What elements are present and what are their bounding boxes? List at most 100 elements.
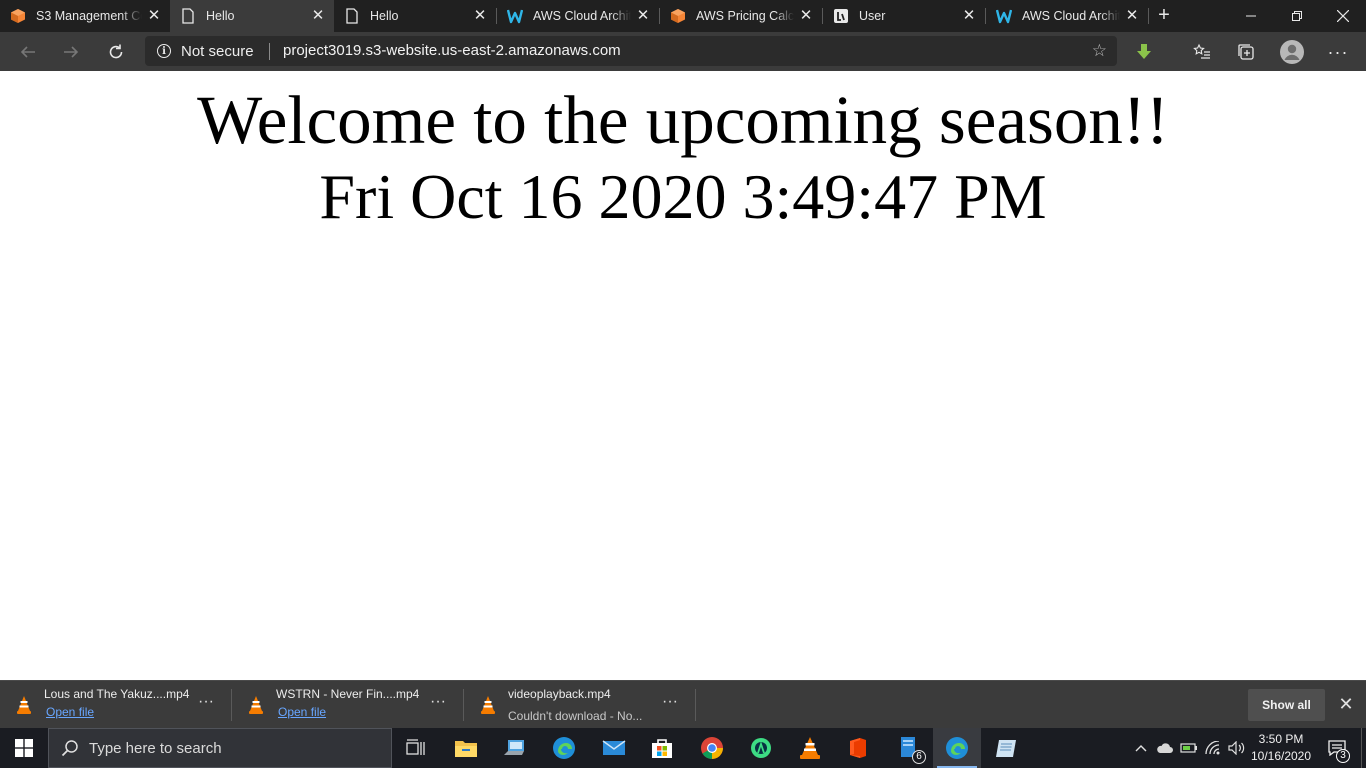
download-item-failed[interactable]: videoplayback.mp4 Couldn't download - No… bbox=[464, 681, 696, 729]
clock-time: 3:50 PM bbox=[1258, 732, 1304, 746]
search-icon bbox=[61, 739, 79, 762]
desktop-pc-icon[interactable] bbox=[490, 728, 538, 768]
tab-title: AWS Cloud Architect bbox=[1022, 9, 1120, 23]
tab-title: Hello bbox=[206, 9, 235, 23]
edge-browser-active-icon[interactable] bbox=[933, 728, 981, 768]
address-divider bbox=[269, 43, 270, 60]
close-icon[interactable]: ✕ bbox=[961, 8, 977, 24]
edge-browser-icon[interactable] bbox=[540, 728, 588, 768]
notification-count-badge: 3 bbox=[1336, 749, 1350, 763]
tab-hello-active[interactable]: Hello ✕ bbox=[170, 0, 334, 32]
download-shelf: Lous and The Yakuz....mp4 Open file ··· … bbox=[0, 680, 1366, 728]
more-options-icon[interactable]: ··· bbox=[198, 693, 214, 711]
restore-icon[interactable] bbox=[1274, 0, 1320, 32]
close-icon[interactable]: ✕ bbox=[146, 8, 162, 24]
show-desktop-button[interactable] bbox=[1361, 728, 1366, 768]
download-filename: WSTRN - Never Fin....mp4 bbox=[276, 687, 420, 701]
refresh-icon[interactable] bbox=[100, 36, 132, 68]
new-tab-plus-icon[interactable]: + bbox=[1152, 4, 1176, 28]
onedrive-cloud-icon[interactable] bbox=[1154, 728, 1176, 768]
android-studio-icon[interactable] bbox=[737, 728, 785, 768]
vlc-file-icon bbox=[480, 695, 496, 715]
close-icon[interactable]: ✕ bbox=[472, 8, 488, 24]
tab-aws-cloud-architect-2[interactable]: AWS Cloud Architect ✕ bbox=[986, 0, 1148, 32]
page-icon bbox=[180, 8, 196, 24]
close-icon[interactable]: ✕ bbox=[1336, 694, 1356, 714]
collections-icon[interactable] bbox=[1230, 36, 1262, 68]
system-clock[interactable]: 3:50 PM 10/16/2020 bbox=[1248, 731, 1314, 765]
cloud-architect-icon bbox=[996, 8, 1012, 24]
file-explorer-icon[interactable] bbox=[442, 728, 490, 768]
download-item[interactable]: WSTRN - Never Fin....mp4 Open file ··· bbox=[232, 681, 464, 729]
close-icon[interactable]: ✕ bbox=[310, 8, 326, 24]
open-file-link[interactable]: Open file bbox=[46, 705, 94, 719]
back-arrow-icon[interactable] bbox=[12, 36, 44, 68]
user-app-icon bbox=[833, 8, 849, 24]
add-favorite-star-icon[interactable]: ☆ bbox=[1092, 41, 1107, 61]
more-options-icon[interactable]: ··· bbox=[430, 693, 446, 711]
url-text[interactable]: project3019.s3-website.us-east-2.amazona… bbox=[283, 36, 621, 66]
aws-cube-icon bbox=[10, 8, 26, 24]
download-arrow-icon[interactable] bbox=[1128, 36, 1160, 68]
action-center-icon[interactable]: 3 bbox=[1320, 728, 1354, 768]
forward-arrow-icon[interactable] bbox=[55, 36, 87, 68]
close-window-icon[interactable] bbox=[1320, 0, 1366, 32]
web-page-content: Welcome to the upcoming season!! Fri Oct… bbox=[0, 71, 1366, 680]
close-icon[interactable]: ✕ bbox=[1124, 8, 1140, 24]
tab-strip: S3 Management Console ✕ Hello ✕ Hello ✕ … bbox=[0, 0, 1366, 32]
microsoft-store-icon[interactable] bbox=[638, 728, 686, 768]
site-info-button[interactable]: i Not secure bbox=[157, 36, 254, 66]
tab-aws-cloud-architect[interactable]: AWS Cloud Architect ✕ bbox=[497, 0, 659, 32]
battery-icon[interactable] bbox=[1178, 728, 1200, 768]
windows-start-icon[interactable] bbox=[0, 728, 48, 768]
not-secure-label: Not secure bbox=[181, 42, 254, 60]
close-icon[interactable]: ✕ bbox=[635, 8, 651, 24]
aws-cube-icon bbox=[670, 8, 686, 24]
download-status: Couldn't download - No... bbox=[508, 709, 643, 723]
minimize-icon[interactable] bbox=[1228, 0, 1274, 32]
favorites-list-icon[interactable] bbox=[1186, 36, 1218, 68]
download-item[interactable]: Lous and The Yakuz....mp4 Open file ··· bbox=[0, 681, 232, 729]
show-all-button[interactable]: Show all bbox=[1248, 689, 1325, 721]
date-time-display: Fri Oct 16 2020 3:49:47 PM bbox=[319, 161, 1047, 232]
tab-user[interactable]: User ✕ bbox=[823, 0, 985, 32]
tab-separator bbox=[1148, 8, 1149, 24]
tab-hello[interactable]: Hello ✕ bbox=[334, 0, 496, 32]
notification-badge: 6 bbox=[912, 750, 926, 764]
tab-title: Hello bbox=[370, 9, 399, 23]
vlc-media-player-icon[interactable] bbox=[786, 728, 834, 768]
profile-avatar-icon[interactable] bbox=[1276, 36, 1308, 68]
more-options-icon[interactable]: ··· bbox=[662, 693, 678, 711]
taskbar-search-box[interactable]: Type here to search bbox=[48, 728, 392, 768]
chrome-icon[interactable] bbox=[688, 728, 736, 768]
volume-speaker-icon[interactable] bbox=[1226, 728, 1248, 768]
tab-title: User bbox=[859, 9, 886, 23]
search-placeholder: Type here to search bbox=[89, 740, 222, 757]
more-options-icon[interactable]: ··· bbox=[1322, 36, 1354, 68]
tab-title: AWS Pricing Calculator bbox=[696, 9, 794, 23]
page-icon bbox=[344, 8, 360, 24]
download-separator bbox=[695, 689, 696, 721]
tab-aws-pricing-calculator[interactable]: AWS Pricing Calculator ✕ bbox=[660, 0, 822, 32]
vlc-file-icon bbox=[248, 695, 264, 715]
download-filename: Lous and The Yakuz....mp4 bbox=[44, 687, 190, 701]
info-icon: i bbox=[157, 44, 171, 58]
notepad-app-icon[interactable] bbox=[982, 728, 1030, 768]
windows-taskbar: Type here to search 6 3:50 PM 10/16/2020… bbox=[0, 728, 1366, 768]
show-hidden-icons-chevron-icon[interactable] bbox=[1130, 728, 1152, 768]
open-file-link[interactable]: Open file bbox=[278, 705, 326, 719]
mail-icon[interactable] bbox=[590, 728, 638, 768]
clock-date: 10/16/2020 bbox=[1250, 749, 1312, 763]
file-manager-icon[interactable]: 6 bbox=[884, 728, 932, 768]
cloud-architect-icon bbox=[507, 8, 523, 24]
task-view-icon[interactable] bbox=[392, 728, 440, 768]
page-heading: Welcome to the upcoming season!! bbox=[197, 82, 1169, 158]
tab-title: S3 Management Console bbox=[36, 9, 142, 23]
wifi-icon[interactable] bbox=[1202, 728, 1224, 768]
close-icon[interactable]: ✕ bbox=[798, 8, 814, 24]
vlc-file-icon bbox=[16, 695, 32, 715]
tab-s3-management[interactable]: S3 Management Console ✕ bbox=[0, 0, 170, 32]
download-filename: videoplayback.mp4 bbox=[508, 687, 611, 701]
office-icon[interactable] bbox=[834, 728, 882, 768]
address-bar[interactable]: i Not secure project3019.s3-website.us-e… bbox=[145, 36, 1117, 66]
